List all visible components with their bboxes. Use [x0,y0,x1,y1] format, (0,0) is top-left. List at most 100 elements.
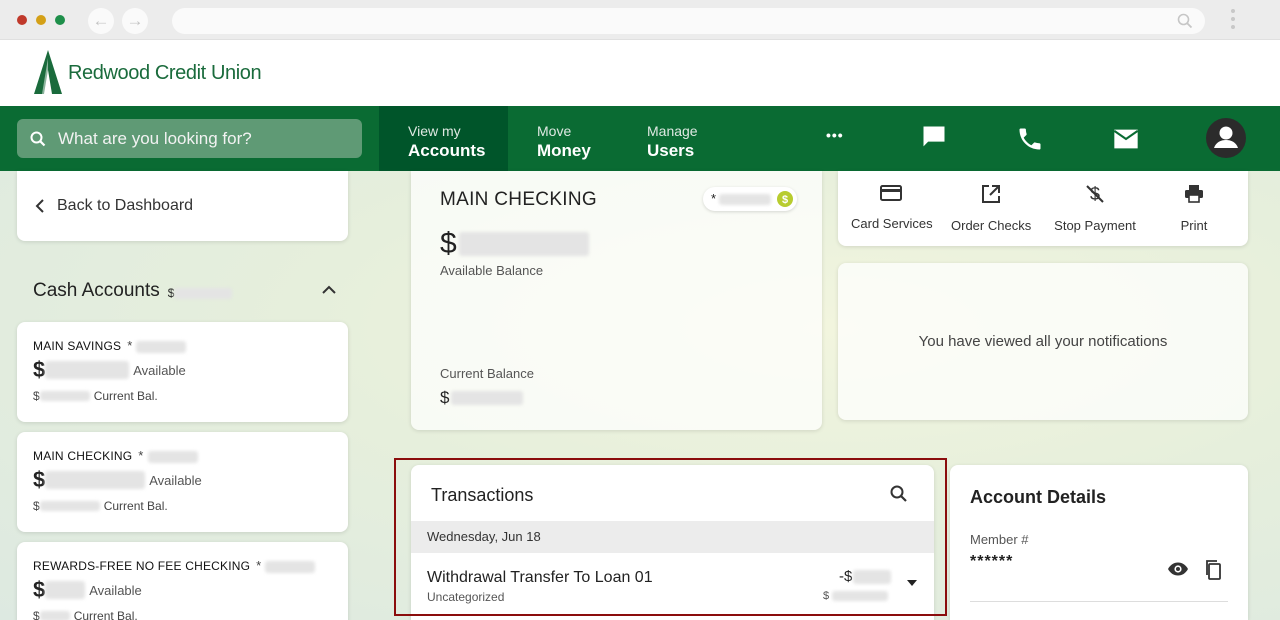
nav-move-money[interactable]: Move Money [537,106,627,171]
account-card-main-savings[interactable]: MAIN SAVINGS * $ Available $ Current Bal. [17,322,348,422]
balance-redacted [45,581,86,599]
action-label: Order Checks [951,218,1032,233]
available-label: Available [89,582,142,598]
current-balance-label: Current Balance [440,366,534,381]
nav-item-big: Accounts [408,141,486,160]
current-dollar: $ [440,388,450,407]
action-label: Card Services [851,216,933,231]
available-balance-row: $ Available [33,467,332,493]
search-icon [30,131,46,146]
close-window-dot[interactable] [17,15,27,25]
section-title: Cash Accounts [33,280,160,301]
nav-view-accounts[interactable]: View my Accounts [379,106,508,171]
print-action[interactable]: Print [1164,183,1224,233]
details-title: Account Details [970,487,1107,507]
current-label: Current Bal. [103,499,168,513]
account-number-pill[interactable]: * $ [703,187,797,211]
pill-number-redacted [719,194,771,205]
transaction-amount: -$ [839,568,892,585]
site-search[interactable] [17,119,362,158]
back-arrow-icon[interactable]: ← [88,8,114,34]
member-number-value: ****** [970,553,1014,570]
address-bar[interactable] [172,8,1205,34]
card-services-action[interactable]: Card Services [851,183,933,231]
account-number-star: * [127,338,133,353]
balance-dollar: $ [33,467,46,492]
notifications-panel: You have viewed all your notifications [838,263,1248,420]
transactions-title: Transactions [431,485,534,505]
account-card-rewards-checking[interactable]: REWARDS-FREE NO FEE CHECKING * $ Available… [17,542,348,620]
user-avatar[interactable] [1206,118,1246,158]
forward-arrow-icon[interactable]: → [122,8,148,34]
order-checks-action[interactable]: Order Checks [951,183,1031,233]
mail-icon[interactable] [1111,125,1141,153]
current-dollar: $ [33,389,40,403]
redwood-tree-logo-icon [34,50,62,94]
dollar-badge-icon: $ [777,191,793,207]
brand-logo[interactable]: Redwood Credit Union [34,50,262,96]
balance-redacted [45,471,146,489]
amount-prefix: -$ [839,568,853,585]
account-name-row: MAIN SAVINGS * [33,338,332,353]
account-card-main-checking[interactable]: MAIN CHECKING * $ Available $ Current Bal. [17,432,348,532]
section-total-redacted [174,287,233,299]
nav-item-big: Money [537,141,591,160]
balance-redacted [45,361,130,379]
account-name-row: MAIN CHECKING * [33,448,332,463]
caret-down-icon[interactable] [906,578,918,588]
balance-redacted [458,232,589,256]
balance-dollar: $ [440,227,457,260]
phone-icon[interactable] [1016,125,1044,153]
nav-item-big: Users [647,141,695,160]
user-icon [1214,126,1238,148]
back-to-dashboard[interactable]: Back to Dashboard [17,171,348,241]
search-input[interactable] [58,128,348,149]
external-link-icon [982,185,1000,203]
current-label: Current Bal. [93,389,158,403]
action-label: Print [1180,218,1208,233]
amount-redacted [853,569,892,584]
available-balance-label: Available Balance [440,263,544,278]
card-icon [880,185,902,201]
copy-icon[interactable] [1204,559,1222,581]
details-divider [970,601,1228,602]
account-details-panel: Account Details Member # ****** [950,465,1248,620]
account-number-redacted [265,560,316,573]
brand-name: Redwood Credit Union [68,61,262,84]
nav-manage-users[interactable]: Manage Users [647,106,737,171]
svg-text:$: $ [782,194,788,206]
available-balance-row: $ Available [33,357,332,383]
transaction-current-balance: $ [823,590,889,602]
account-name: MAIN CHECKING [33,449,133,463]
account-number-star: * [138,448,144,463]
current-redacted [832,591,889,601]
available-label: Available [149,472,202,488]
cash-accounts-header[interactable]: Cash Accounts $ [33,280,233,302]
minimize-window-dot[interactable] [36,15,46,25]
account-name-row: REWARDS-FREE NO FEE CHECKING * [33,558,332,573]
account-name: MAIN SAVINGS [33,339,122,353]
more-icon[interactable]: ••• [826,127,844,143]
chat-icon[interactable] [920,123,948,151]
pill-star: * [711,191,717,206]
search-icon[interactable] [889,484,909,504]
current-redacted [451,391,524,405]
maximize-window-dot[interactable] [55,15,65,25]
account-number-star: * [256,558,262,573]
eye-icon[interactable] [1167,561,1189,577]
member-number-label: Member # [970,532,1029,547]
browser-menu-icon[interactable] [1229,9,1237,33]
stop-payment-action[interactable]: $ Stop Payment [1052,183,1138,233]
chevron-left-icon [35,199,44,213]
no-dollar-icon: $ [1086,184,1104,204]
print-icon [1185,185,1203,203]
notifications-message: You have viewed all your notifications [918,333,1168,350]
chevron-up-icon[interactable] [321,284,337,296]
current-redacted [39,391,90,401]
search-icon [1177,13,1193,29]
section-total-prefix: $ [167,286,175,300]
action-label: Stop Payment [1054,218,1136,233]
quick-actions: Card Services Order Checks $ Stop Paymen… [838,171,1248,246]
nav-item-small: View my [408,123,461,139]
account-number-redacted [147,450,198,463]
